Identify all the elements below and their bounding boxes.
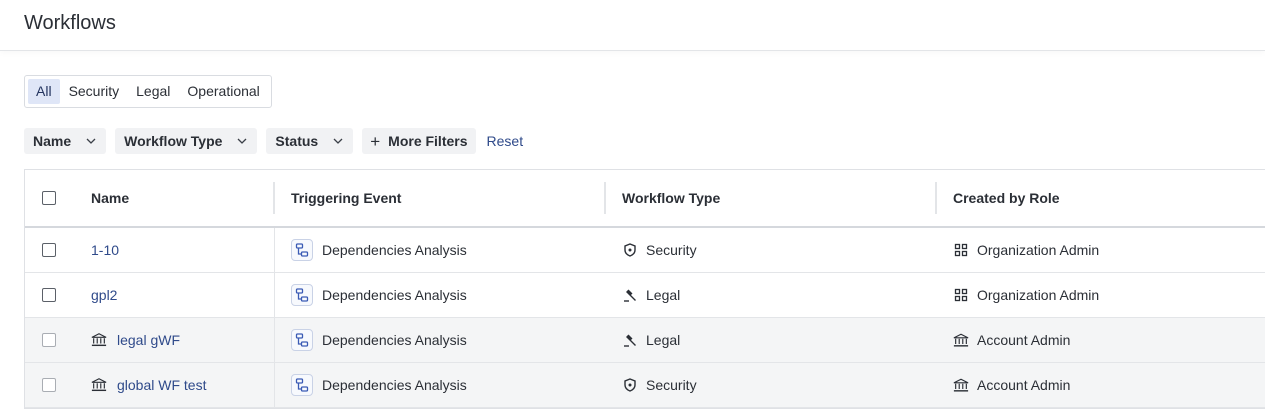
row-checkbox[interactable] — [42, 333, 56, 347]
column-divider — [274, 228, 275, 272]
column-resize-handle[interactable] — [935, 182, 937, 214]
column-header-created-by-role[interactable]: Created by Role — [953, 190, 1060, 206]
triggering-event-text: Dependencies Analysis — [322, 332, 467, 348]
workflow-type-text: Legal — [646, 332, 681, 348]
filter-bar: Name Workflow Type Status + More Filters… — [24, 128, 523, 154]
created-by-role-text: Account Admin — [977, 377, 1071, 393]
type-cell: Security — [622, 228, 697, 272]
column-resize-handle[interactable] — [273, 182, 275, 214]
created-by-role-text: Organization Admin — [977, 287, 1100, 303]
workflow-type-text: Legal — [646, 287, 681, 303]
row-checkbox-cell — [42, 363, 56, 407]
workflow-type-filter-dropdown[interactable]: Workflow Type — [115, 128, 258, 154]
row-checkbox[interactable] — [42, 288, 56, 302]
gavel-icon — [622, 332, 638, 348]
column-header-triggering-event[interactable]: Triggering Event — [291, 190, 401, 206]
row-checkbox[interactable] — [42, 378, 56, 392]
workflow-name-link[interactable]: 1-10 — [91, 242, 119, 258]
bank-icon — [953, 377, 969, 393]
table-header: Name Triggering Event Workflow Type Crea… — [25, 170, 1265, 228]
role-cell: Account Admin — [953, 318, 1070, 362]
name-filter-dropdown[interactable]: Name — [24, 128, 107, 154]
row-checkbox-cell — [42, 228, 56, 272]
workflow-type-text: Security — [646, 377, 697, 393]
trigger-cell: Dependencies Analysis — [291, 273, 467, 317]
gavel-icon — [622, 287, 638, 303]
role-cell: Organization Admin — [953, 273, 1099, 317]
page-title: Workflows — [24, 12, 116, 34]
created-by-role-text: Account Admin — [977, 332, 1071, 348]
name-cell: legal gWF — [91, 318, 180, 362]
table-row[interactable]: gpl2 Dependencies Analysis Legal Organiz… — [25, 273, 1265, 318]
name-cell: global WF test — [91, 363, 206, 407]
select-all-checkbox[interactable] — [42, 191, 56, 205]
role-cell: Organization Admin — [953, 228, 1099, 272]
triggering-event-text: Dependencies Analysis — [322, 377, 467, 393]
trigger-cell: Dependencies Analysis — [291, 363, 467, 407]
row-checkbox[interactable] — [42, 243, 56, 257]
trigger-cell: Dependencies Analysis — [291, 318, 467, 362]
workflow-type-filter-label: Workflow Type — [124, 133, 223, 149]
bank-icon — [91, 377, 107, 393]
dependencies-analysis-icon — [291, 284, 313, 306]
column-header-name[interactable]: Name — [91, 190, 129, 206]
workflow-name-link[interactable]: legal gWF — [117, 332, 180, 348]
triggering-event-text: Dependencies Analysis — [322, 287, 467, 303]
more-filters-label: More Filters — [388, 133, 468, 149]
dependencies-analysis-icon — [291, 329, 313, 351]
bank-icon — [91, 332, 107, 348]
column-divider — [274, 363, 275, 407]
type-cell: Legal — [622, 318, 680, 362]
row-checkbox-cell — [42, 318, 56, 362]
segment-all[interactable]: All — [28, 79, 60, 104]
column-header-workflow-type[interactable]: Workflow Type — [622, 190, 720, 206]
dependencies-analysis-icon — [291, 239, 313, 261]
segment-operational[interactable]: Operational — [178, 79, 267, 104]
chevron-down-icon — [333, 138, 343, 144]
name-cell: gpl2 — [91, 273, 117, 317]
reset-filters-link[interactable]: Reset — [487, 133, 524, 149]
organization-icon — [953, 287, 969, 303]
column-divider — [274, 318, 275, 362]
shield-icon — [622, 242, 638, 258]
table-row[interactable]: global WF test Dependencies Analysis Sec… — [25, 363, 1265, 408]
workflow-type-text: Security — [646, 242, 697, 258]
chevron-down-icon — [237, 138, 247, 144]
column-divider — [274, 273, 275, 317]
segment-legal[interactable]: Legal — [127, 79, 178, 104]
type-cell: Security — [622, 363, 697, 407]
chevron-down-icon — [86, 138, 96, 144]
plus-icon: + — [370, 131, 381, 151]
name-filter-label: Name — [33, 133, 72, 149]
workflow-type-segmented-control: All Security Legal Operational — [24, 75, 272, 108]
table-row[interactable]: 1-10 Dependencies Analysis Security Orga… — [25, 228, 1265, 273]
bank-icon — [953, 332, 969, 348]
role-cell: Account Admin — [953, 363, 1070, 407]
status-filter-dropdown[interactable]: Status — [266, 128, 354, 154]
created-by-role-text: Organization Admin — [977, 242, 1100, 258]
workflow-name-link[interactable]: global WF test — [117, 377, 206, 393]
workflow-name-link[interactable]: gpl2 — [91, 287, 117, 303]
more-filters-button[interactable]: + More Filters — [362, 128, 476, 154]
workflows-table: Name Triggering Event Workflow Type Crea… — [24, 169, 1265, 409]
type-cell: Legal — [622, 273, 680, 317]
status-filter-label: Status — [275, 133, 319, 149]
dependencies-analysis-icon — [291, 374, 313, 396]
column-resize-handle[interactable] — [604, 182, 606, 214]
row-checkbox-cell — [42, 273, 56, 317]
name-cell: 1-10 — [91, 228, 119, 272]
triggering-event-text: Dependencies Analysis — [322, 242, 467, 258]
shield-icon — [622, 377, 638, 393]
table-row[interactable]: legal gWF Dependencies Analysis Legal Ac… — [25, 318, 1265, 363]
trigger-cell: Dependencies Analysis — [291, 228, 467, 272]
organization-icon — [953, 242, 969, 258]
select-all-cell — [42, 170, 56, 226]
page-header: Workflows — [0, 0, 1265, 51]
segment-security[interactable]: Security — [60, 79, 128, 104]
